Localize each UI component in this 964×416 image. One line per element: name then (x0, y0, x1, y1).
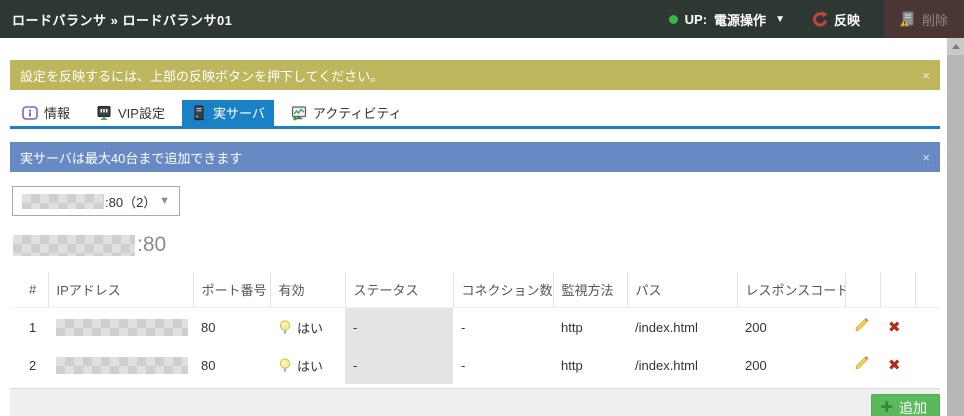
apply-label: 反映 (834, 10, 860, 29)
status-label: UP: (685, 12, 707, 27)
refresh-icon (811, 11, 828, 28)
edit-pencil-icon[interactable] (853, 355, 870, 375)
col-status: ステータス (345, 272, 453, 308)
lightbulb-icon (278, 320, 292, 335)
cell-status: - (345, 346, 453, 384)
col-spare (915, 272, 940, 308)
real-servers-table: # IPアドレス ポート番号 有効 ステータス コネクション数 監視方法 パス … (10, 272, 940, 384)
tab-label: 情報 (44, 103, 70, 122)
cell-path: /index.html (627, 346, 737, 384)
redacted-ip-mosaic (56, 357, 188, 374)
main-content: 設定を反映するには、上部の反映ボタンを押下してください。 × 情報 VIP設定 (10, 60, 940, 384)
col-num: # (10, 272, 48, 308)
cell-monitor: http (553, 308, 627, 347)
redacted-ip-mosaic (22, 194, 104, 209)
cell-path: /index.html (627, 308, 737, 347)
delete-x-icon[interactable]: ✖ (888, 320, 901, 335)
add-button-label: 追加 (899, 398, 927, 416)
chevron-down-icon: ▼ (775, 14, 785, 25)
close-icon[interactable]: × (922, 68, 930, 83)
cell-connections: - (453, 346, 553, 384)
cell-status: - (345, 308, 453, 347)
heading-port-suffix: :80 (137, 233, 166, 257)
plus-icon: ✚ (880, 400, 893, 415)
scroll-up-arrow[interactable] (947, 38, 964, 55)
cell-num: 2 (10, 346, 48, 384)
warning-banner-text: 設定を反映するには、上部の反映ボタンを押下してください。 (20, 66, 383, 85)
tab-activity[interactable]: アクティビティ (282, 100, 411, 126)
cell-ip (48, 308, 193, 347)
max-servers-banner: 実サーバは最大40台まで追加できます × (10, 142, 940, 172)
redacted-ip-mosaic (13, 235, 135, 256)
delete-x-icon[interactable]: ✖ (888, 358, 901, 373)
server-icon (191, 105, 207, 121)
tab-vip-settings[interactable]: VIP設定 (87, 100, 174, 126)
tab-info[interactable]: 情報 (13, 100, 79, 126)
tab-label: VIP設定 (118, 103, 165, 122)
vip-selector-value: :80（2） (105, 192, 156, 211)
power-status-menu[interactable]: UP: 電源操作 ▼ (669, 10, 785, 29)
cell-edit (845, 308, 880, 347)
cell-response-code: 200 (737, 308, 845, 347)
apply-warning-banner: 設定を反映するには、上部の反映ボタンを押下してください。 × (10, 60, 940, 90)
col-enabled: 有効 (270, 272, 345, 308)
top-header: ロードバランサ » ロードバランサ01 UP: 電源操作 ▼ 反映 削 (0, 0, 964, 38)
cell-port: 80 (193, 346, 270, 384)
close-icon[interactable]: × (922, 150, 930, 165)
cell-enabled: はい (270, 346, 345, 384)
apply-button[interactable]: 反映 (811, 10, 860, 29)
enabled-label: はい (297, 356, 323, 375)
tab-real-servers[interactable]: 実サーバ (182, 100, 274, 126)
vertical-scrollbar[interactable] (947, 38, 964, 416)
col-path: パス (627, 272, 737, 308)
cell-num: 1 (10, 308, 48, 347)
col-delete (880, 272, 915, 308)
server-warning-icon (900, 11, 916, 27)
server-group-heading: :80 (13, 233, 940, 257)
delete-button[interactable]: 削除 (884, 0, 964, 38)
col-response-code: レスポンスコード (737, 272, 845, 308)
vip-selector-dropdown[interactable]: :80（2） ▼ (12, 186, 180, 216)
col-edit (845, 272, 880, 308)
table-header-row: # IPアドレス ポート番号 有効 ステータス コネクション数 監視方法 パス … (10, 272, 940, 308)
redacted-ip-mosaic (56, 319, 188, 336)
lightbulb-icon (278, 358, 292, 373)
cell-ip (48, 346, 193, 384)
cell-monitor: http (553, 346, 627, 384)
chevron-down-icon: ▼ (159, 195, 170, 207)
cell-enabled: はい (270, 308, 345, 347)
cell-port: 80 (193, 308, 270, 347)
col-port: ポート番号 (193, 272, 270, 308)
info-banner-text: 実サーバは最大40台まで追加できます (20, 148, 242, 167)
delete-label: 削除 (922, 10, 948, 29)
col-monitor: 監視方法 (553, 272, 627, 308)
network-port-icon (96, 105, 112, 121)
edit-pencil-icon[interactable] (853, 317, 870, 337)
cell-delete: ✖ (880, 346, 915, 384)
cell-edit (845, 346, 880, 384)
table-footer: ✚ 追加 (10, 388, 940, 416)
table-row: 1 80 はい - - (10, 308, 940, 347)
info-icon (22, 105, 38, 121)
cell-response-code: 200 (737, 346, 845, 384)
tab-label: アクティビティ (313, 103, 402, 122)
breadcrumb: ロードバランサ » ロードバランサ01 (0, 10, 232, 29)
header-actions: UP: 電源操作 ▼ 反映 削除 (669, 0, 964, 38)
activity-monitor-icon (291, 105, 307, 121)
col-connections: コネクション数 (453, 272, 553, 308)
enabled-label: はい (297, 318, 323, 337)
tab-label: 実サーバ (213, 103, 265, 122)
table-row: 2 80 はい - - (10, 346, 940, 384)
cell-delete: ✖ (880, 308, 915, 347)
tab-bar: 情報 VIP設定 実サーバ (10, 100, 940, 129)
add-server-button[interactable]: ✚ 追加 (871, 394, 940, 416)
cell-connections: - (453, 308, 553, 347)
status-up-dot-icon (669, 15, 678, 24)
col-ip: IPアドレス (48, 272, 193, 308)
power-menu-label: 電源操作 (714, 10, 766, 29)
